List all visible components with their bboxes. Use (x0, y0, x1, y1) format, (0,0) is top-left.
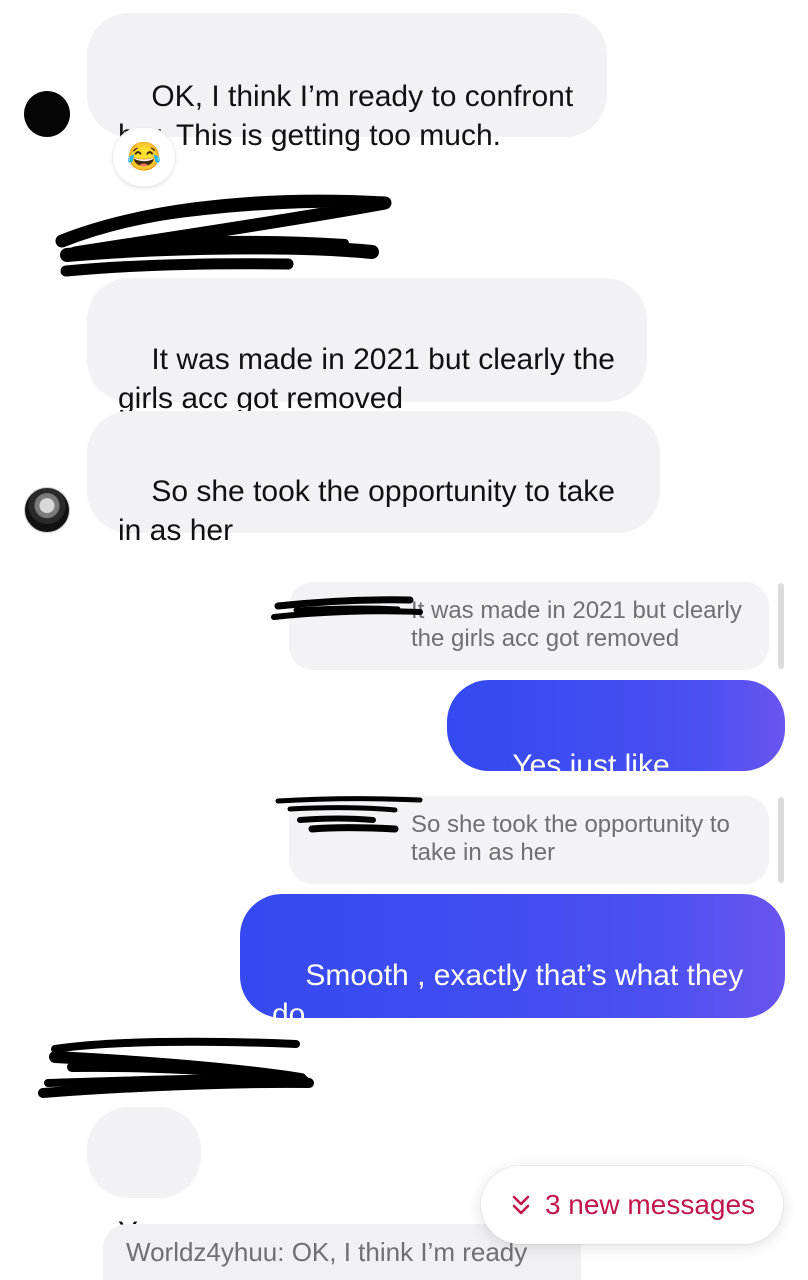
incoming-message-confront[interactable]: OK, I think I’m ready to confront her. T… (87, 13, 607, 152)
quoted-message-text: It was made in 2021 but clearly the girl… (411, 597, 742, 652)
message-text: It was made in 2021 but clearly the girl… (118, 343, 624, 415)
preview-text: Worldz4yhuu: OK, I think I’m ready (126, 1237, 528, 1267)
incoming-message-took-opportunity[interactable]: So she took the opportunity to take in a… (87, 411, 660, 547)
outgoing-message-smooth[interactable]: Smooth , exactly that’s what they do (240, 894, 785, 1031)
quoted-message-text: So she took the opportunity to take in a… (411, 811, 730, 866)
message-text: So she took the opportunity to take in a… (118, 475, 624, 547)
new-messages-pill[interactable]: 3 new messages (481, 1166, 783, 1244)
new-messages-label: 3 new messages (544, 1189, 756, 1220)
laughing-tears-icon: 😂 (126, 141, 162, 172)
outgoing-message-cereza[interactable]: Yes just like Cereza (447, 680, 785, 821)
chevrons-down-icon (509, 1190, 533, 1220)
incoming-message-yea[interactable]: Yea (87, 1107, 201, 1249)
reply-quote-2[interactable]: So she took the opportunity to take in a… (289, 796, 769, 884)
message-text: Smooth , exactly that’s what they do (272, 959, 752, 1031)
reply-indicator-line (778, 583, 784, 669)
sender-avatar-photo[interactable] (24, 487, 70, 533)
incoming-message-made-in-2021[interactable]: It was made in 2021 but clearly the girl… (87, 278, 647, 415)
reply-indicator-line (778, 797, 784, 883)
message-text: OK, I think I’m ready to confront her. T… (118, 80, 582, 152)
reply-quote-1[interactable]: It was made in 2021 but clearly the girl… (289, 582, 769, 670)
reaction-emoji[interactable]: 😂 (113, 128, 175, 186)
cropped-top-text: · · · · · · (125, 0, 245, 2)
sender-avatar[interactable] (24, 91, 70, 137)
dm-thread-screen: · · · · · · OK, I think I’m ready to con… (0, 0, 808, 1280)
